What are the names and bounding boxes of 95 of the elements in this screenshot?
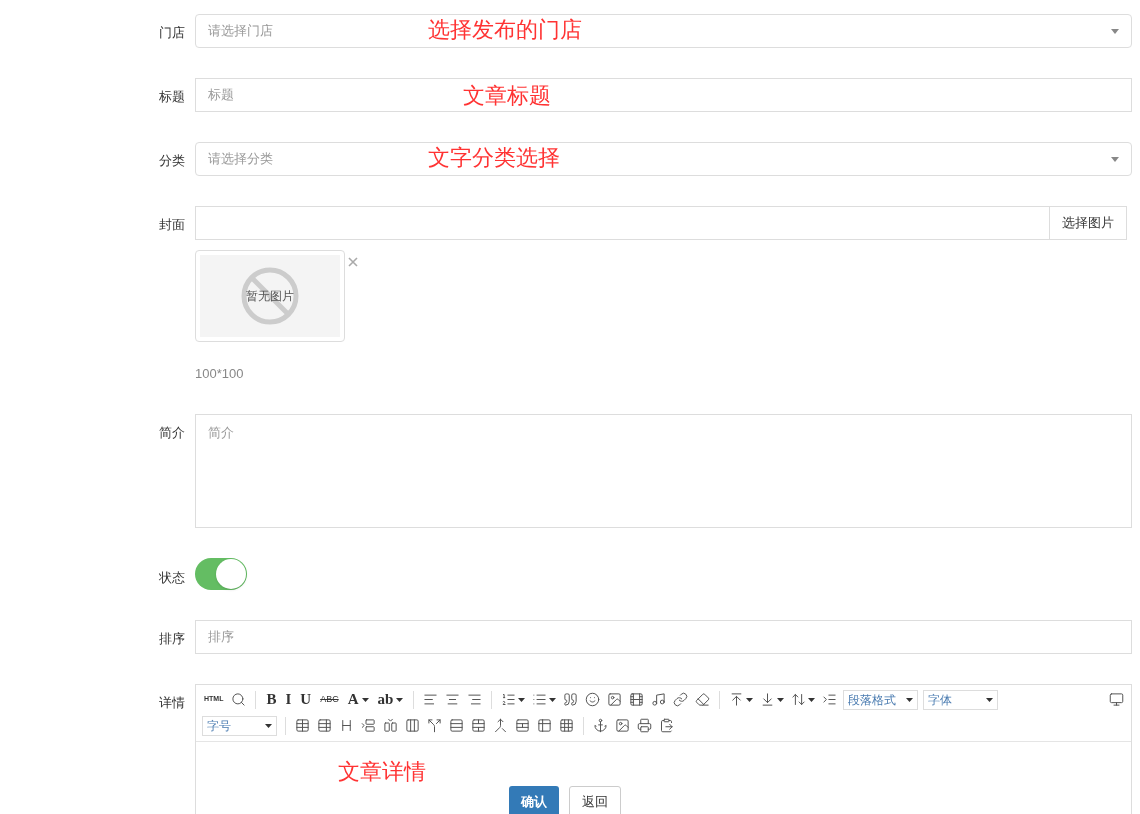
eraser-icon <box>695 692 711 707</box>
image-icon <box>607 692 623 707</box>
align-left-icon <box>423 692 439 707</box>
toolbar-button[interactable] <box>658 718 675 733</box>
caret-icon <box>906 697 914 702</box>
align-center-icon <box>445 692 461 707</box>
no-image-icon <box>240 266 300 326</box>
toolbar-button[interactable] <box>294 718 311 733</box>
toolbar-button[interactable] <box>316 718 333 733</box>
bullet-list-icon <box>532 692 548 707</box>
back-button[interactable]: 返回 <box>569 785 621 814</box>
split-cells-icon <box>515 718 530 733</box>
toggle-switch[interactable] <box>195 557 247 590</box>
toolbar-button[interactable] <box>492 718 509 733</box>
toolbar-button[interactable]: ABC <box>318 692 341 707</box>
toolbar-button[interactable] <box>422 692 440 707</box>
merge-cells-icon <box>471 718 486 733</box>
toolbar-button[interactable] <box>821 692 839 707</box>
field-label: 排序 <box>158 629 186 648</box>
toolbar-button[interactable] <box>592 718 609 733</box>
toolbar-button[interactable]: B <box>264 688 279 711</box>
toolbar-button[interactable] <box>650 692 668 707</box>
toolbar-button[interactable] <box>426 718 443 733</box>
paste-icon <box>659 718 674 733</box>
toolbar-button[interactable] <box>1108 692 1125 707</box>
insert-row-icon <box>361 718 376 733</box>
toolbar-button[interactable] <box>514 718 531 733</box>
toolbar-button[interactable] <box>230 692 248 707</box>
field-label: 封面 <box>158 216 186 234</box>
toolbar-button[interactable] <box>448 718 465 733</box>
table-grid-icon <box>537 718 552 733</box>
annotation-text: 选择发布的门店 <box>428 16 582 44</box>
caret-icon <box>1111 28 1119 34</box>
choose-image-button[interactable]: 选择图片 <box>1050 206 1127 240</box>
toolbar-button[interactable] <box>614 718 631 733</box>
rows-icon <box>449 718 464 733</box>
printer-icon <box>637 718 652 733</box>
toolbar-button[interactable] <box>466 692 484 707</box>
toolbar-button[interactable]: U <box>298 688 314 711</box>
input-field[interactable] <box>195 206 1050 240</box>
field-label: 标题 <box>158 88 186 106</box>
indent-icon <box>822 692 838 707</box>
toolbar-button[interactable] <box>558 718 575 733</box>
columns-icon <box>405 718 420 733</box>
toolbar-button[interactable]: I <box>283 688 294 711</box>
toolbar-button[interactable]: A <box>345 688 371 711</box>
toolbar-button[interactable] <box>531 692 558 707</box>
toolbar-button[interactable]: ab <box>375 688 406 711</box>
field-label: 简介 <box>158 423 186 442</box>
toolbar-dropdown[interactable]: 字体 <box>923 689 999 710</box>
toolbar-button[interactable] <box>404 718 421 733</box>
annotation-text: 文字分类选择 <box>428 144 560 172</box>
toolbar-button[interactable] <box>636 718 653 733</box>
film-icon <box>629 692 645 707</box>
table-properties-icon <box>317 718 332 733</box>
toolbar-dropdown[interactable]: 字号 <box>202 715 277 736</box>
align-right-icon <box>467 692 483 707</box>
line-height-icon <box>791 692 807 707</box>
confirm-button[interactable]: 确认 <box>509 785 559 814</box>
toolbar-button[interactable] <box>470 718 487 733</box>
toolbar-button[interactable] <box>694 692 712 707</box>
music-note-icon <box>651 692 667 707</box>
field-label: 门店 <box>158 24 186 42</box>
annotation-text: 文章详情 <box>338 757 426 786</box>
field-label: 分类 <box>158 152 186 170</box>
link-icon <box>673 692 689 707</box>
quote-icon <box>563 692 579 707</box>
size-hint: 100*100 <box>195 365 245 383</box>
table-icon <box>295 718 310 733</box>
preview-icon <box>231 692 247 707</box>
toolbar-button[interactable] <box>606 692 624 707</box>
split-icon <box>427 718 442 733</box>
toolbar-button[interactable] <box>790 692 817 707</box>
toolbar-button[interactable] <box>536 718 553 733</box>
annotation-text: 文章标题 <box>463 82 551 110</box>
field-label: 详情 <box>158 693 186 712</box>
toolbar-button[interactable] <box>628 692 646 707</box>
picture-icon <box>615 718 630 733</box>
anchor-icon <box>593 718 608 733</box>
numbered-list-icon <box>501 692 517 707</box>
toolbar-button[interactable] <box>584 692 602 707</box>
table-heading-icon <box>339 718 354 733</box>
caret-icon <box>265 723 272 728</box>
toolbar-button[interactable] <box>672 692 690 707</box>
grid-icon <box>559 718 574 733</box>
no-image-text: 暂无图片 <box>246 288 294 305</box>
toolbar-button[interactable] <box>444 692 462 707</box>
caret-icon <box>986 697 994 702</box>
emoji-icon <box>585 692 601 707</box>
caret-icon <box>1111 156 1119 162</box>
monitor-icon <box>1109 692 1124 707</box>
merge-icon <box>493 718 508 733</box>
toolbar-button[interactable] <box>500 692 527 707</box>
toolbar-dropdown[interactable]: 段落格式 <box>843 689 919 710</box>
field-label: 状态 <box>158 568 186 587</box>
